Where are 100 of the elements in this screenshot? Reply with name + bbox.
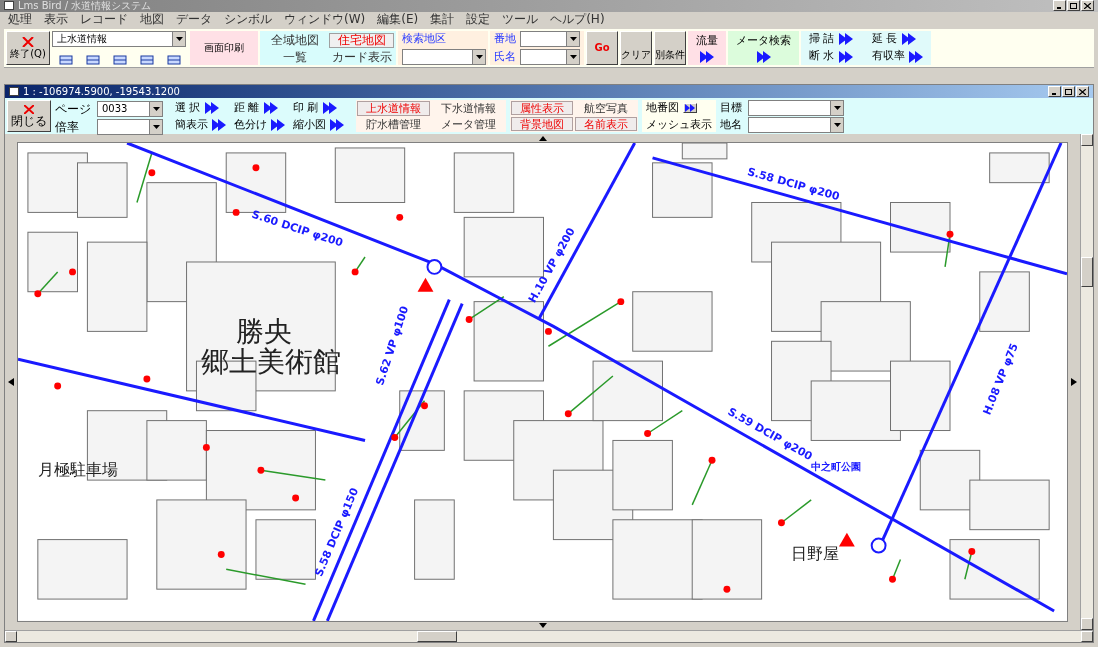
map-mode-button[interactable]: カード表示 [329,50,394,64]
maximize-button[interactable] [1067,0,1080,12]
window-title: 1 : -106974.5900, -19543.1200 [23,86,181,97]
meter-dot [257,466,265,474]
play-arrow-icon[interactable] [909,50,923,63]
close-map-button[interactable]: 閉じる [7,100,51,133]
exit-button[interactable]: 終了(Q) [6,30,50,66]
play-arrow-icon[interactable] [204,102,219,115]
scroll-left-icon[interactable] [8,378,14,387]
meter-dot [252,164,260,172]
tool-label: 簡表示 [175,116,208,133]
building-outline [979,271,1030,332]
valve-circle-icon [870,537,887,554]
menu-item[interactable]: 表示 [44,13,68,26]
tool-label: 印 刷 [293,100,319,117]
close-button[interactable] [1076,86,1089,98]
play-arrow-icon[interactable] [756,51,771,64]
map-label: S.62 VP φ100 [373,304,412,387]
tool-label: 有収率 [872,48,905,65]
caret-icon [152,125,160,130]
rows-icon[interactable] [85,55,100,66]
play-arrow-icon[interactable] [212,118,226,131]
menu-item[interactable]: シンボル [224,13,272,26]
close-icon [24,105,34,115]
menu-item[interactable]: ツール [502,13,539,26]
play-arrow-icon[interactable] [838,33,853,46]
menu-item[interactable]: ウィンドウ(W) [284,13,366,26]
page-select[interactable]: 0033 [97,101,163,118]
building-outline [592,360,663,422]
map-label: H.08 VP φ75 [980,341,1021,417]
flow-label: 流量 [696,32,718,49]
tool-label: 延 長 [872,31,898,48]
maximize-button[interactable] [1062,86,1075,98]
minimize-button[interactable] [1048,86,1061,98]
display-toggle[interactable]: 名前表示 [575,117,637,132]
place-select[interactable] [748,116,844,133]
play-arrow-icon[interactable] [330,118,344,131]
play-arrow-icon[interactable] [838,50,853,63]
menu-item[interactable]: ヘルプ(H) [550,13,605,26]
minimize-button[interactable] [1053,0,1066,12]
menu-item[interactable]: レコード [80,13,128,26]
layer-select[interactable]: 上水道情報 [52,30,186,47]
display-toggle[interactable]: 航空写真 [575,101,637,116]
map-mode-button[interactable]: 全域地図 [262,32,327,48]
meter-dot [465,316,473,324]
meter-dot [946,230,954,238]
print-screen-button[interactable]: 画面印刷 [190,30,258,66]
caret-icon [569,36,577,41]
place-select[interactable] [748,100,844,117]
menu-item[interactable]: 処理 [8,13,32,26]
expand-button[interactable] [683,103,697,114]
meter-dot [778,519,785,527]
play-arrow-icon[interactable] [901,33,916,46]
menu-item[interactable]: データ [176,13,212,26]
meter-dot [564,410,572,418]
menu-item[interactable]: 集計 [430,13,455,26]
action-button[interactable]: クリア [620,30,652,66]
play-arrow-icon[interactable] [700,51,714,64]
zoom-select[interactable] [97,119,163,136]
meter-dot [396,214,404,221]
menu-item[interactable]: 地図 [140,13,164,26]
layer-toggle[interactable]: メータ管理 [432,118,505,132]
vertical-scrollbar[interactable] [1080,134,1093,630]
district-select[interactable] [402,49,486,66]
app-icon [9,87,19,97]
scroll-right-icon[interactable] [1071,378,1077,387]
meter-dot [292,494,300,502]
meter-dot [391,434,399,442]
menu-item[interactable]: 編集(E) [377,13,419,26]
service-line [136,152,153,204]
search-select[interactable] [520,30,580,47]
mesh-display-toggle[interactable]: メッシュ表示 [646,116,712,134]
map-label: S.58 DCIP φ150 [312,485,362,579]
map-label: 中之町公園 [811,461,862,473]
action-button[interactable]: 別条件 [654,30,686,66]
layer-toggle[interactable]: 下水道情報 [432,101,505,117]
map-label: S.60 DCIP φ200 [250,207,345,250]
meter-dot [545,328,552,335]
field-label: 番地 [494,30,516,47]
horizontal-scrollbar[interactable] [5,630,1093,642]
menu-item[interactable]: 設定 [466,13,491,26]
play-arrow-icon[interactable] [263,102,278,115]
building-outline [255,519,316,580]
close-icon [1079,88,1086,95]
display-toggle[interactable]: 背景地図 [511,117,573,132]
play-arrow-icon[interactable] [271,118,285,131]
building-name: 日野屋 [791,544,840,564]
scissors-icon [22,37,34,47]
layer-toggle[interactable]: 上水道情報 [357,101,430,117]
meter-dot [617,298,625,306]
layer-toggle[interactable]: 貯水槽管理 [357,118,430,132]
map-mode-button[interactable]: 住宅地図 [329,32,394,48]
building-outline [919,449,981,511]
map-mode-button[interactable]: 一覧 [262,50,327,64]
close-button[interactable] [1081,0,1094,12]
search-select[interactable] [520,49,580,66]
display-toggle[interactable]: 属性表示 [511,101,573,116]
field-label: 倍率 [55,119,80,137]
caret-icon [475,55,483,60]
play-arrow-icon[interactable] [322,102,337,115]
